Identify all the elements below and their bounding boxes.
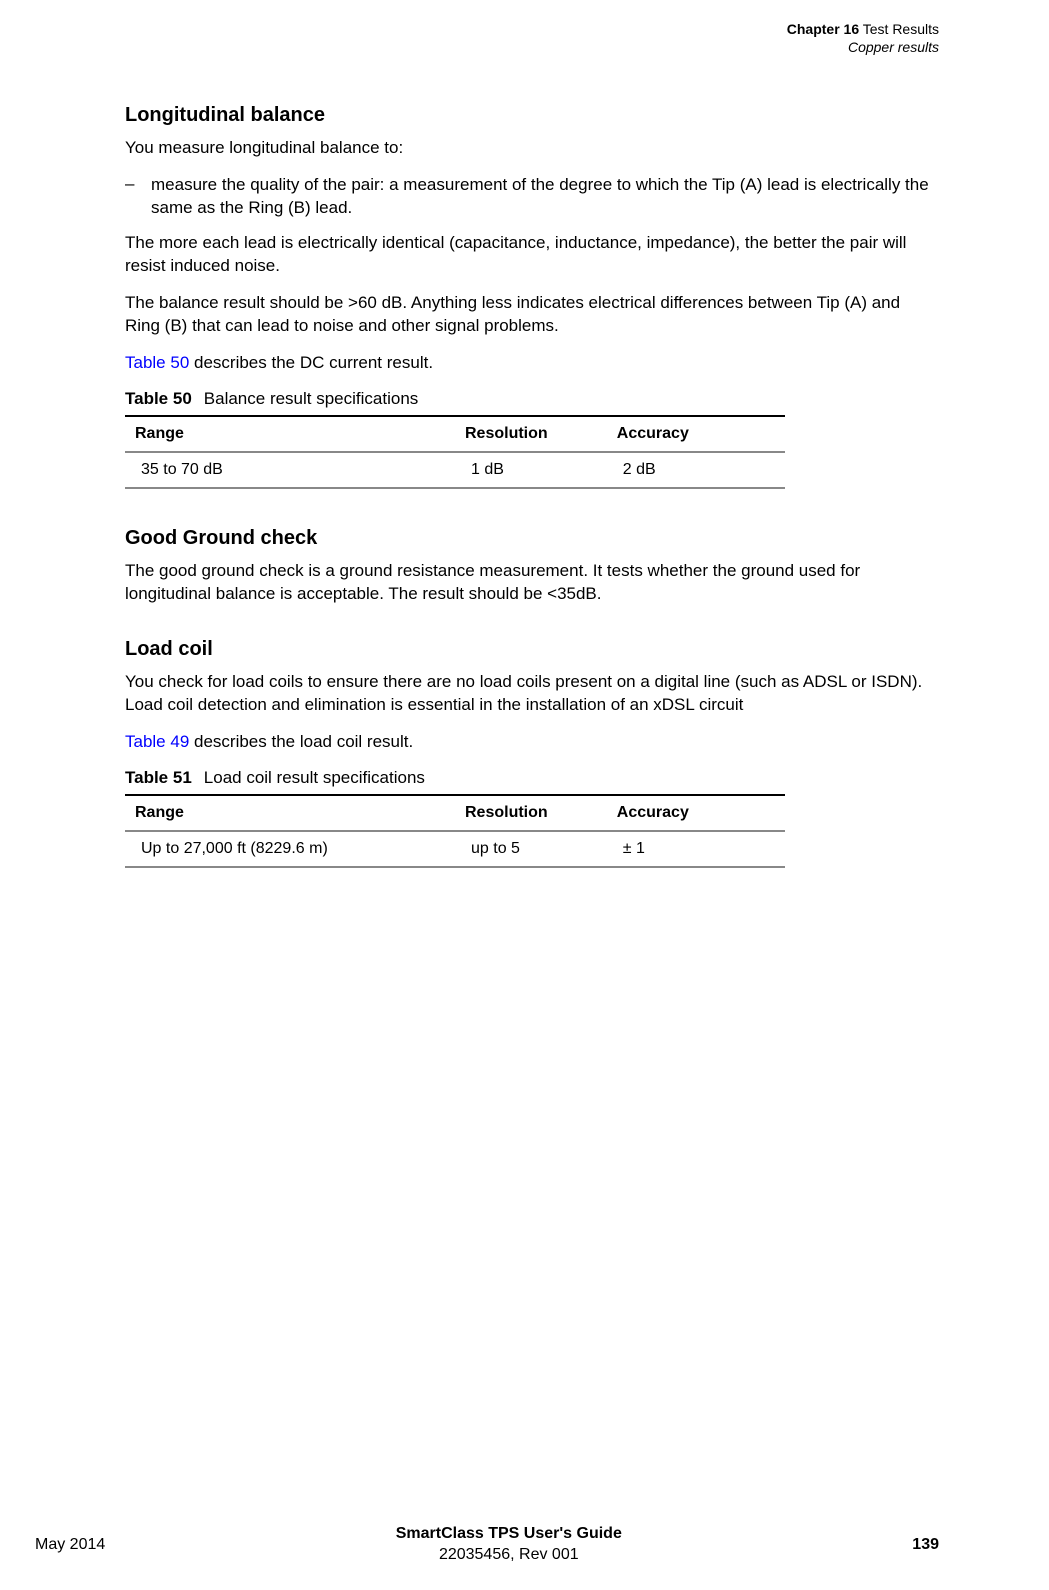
- td-range: Up to 27,000 ft (8229.6 m): [125, 831, 455, 867]
- table-row: 35 to 70 dB 1 dB 2 dB: [125, 452, 785, 488]
- th-accuracy: Accuracy: [607, 795, 785, 831]
- page-header: Chapter 16 Test Results Copper results: [125, 20, 939, 56]
- para-loadcoil-ref: Table 49 describes the load coil result.: [125, 731, 939, 754]
- heading-loadcoil: Load coil: [125, 638, 939, 661]
- para-identical: The more each lead is electrically ident…: [125, 232, 939, 278]
- bullet-text: measure the quality of the pair: a measu…: [151, 174, 939, 220]
- th-resolution: Resolution: [455, 416, 607, 452]
- footer-page-number: 139: [912, 1536, 939, 1554]
- table-header-row: Range Resolution Accuracy: [125, 416, 785, 452]
- td-accuracy: ± 1: [607, 831, 785, 867]
- td-accuracy: 2 dB: [607, 452, 785, 488]
- footer-date: May 2014: [35, 1536, 105, 1554]
- table-link[interactable]: Table 50: [125, 353, 189, 372]
- para-table-ref: Table 50 describes the DC current result…: [125, 352, 939, 375]
- para-table-ref-rest: describes the DC current result.: [189, 353, 433, 372]
- table-caption-51: Table 51 Load coil result specifications: [125, 768, 939, 788]
- chapter-title-text: Test Results: [863, 21, 939, 37]
- table-title-51: Load coil result specifications: [204, 768, 425, 787]
- heading-ground: Good Ground check: [125, 527, 939, 550]
- bullet-item: – measure the quality of the pair: a mea…: [125, 174, 939, 220]
- para-balance-result: The balance result should be >60 dB. Any…: [125, 292, 939, 338]
- td-resolution: 1 dB: [455, 452, 607, 488]
- footer-center: SmartClass TPS User's Guide 22035456, Re…: [105, 1524, 912, 1566]
- th-accuracy: Accuracy: [607, 416, 785, 452]
- table-label: Table 50: [125, 389, 192, 408]
- chapter-label: Chapter 16: [787, 21, 859, 37]
- section-good-ground: Good Ground check The good ground check …: [125, 527, 939, 606]
- bullet-dash: –: [125, 174, 151, 220]
- th-range: Range: [125, 795, 455, 831]
- table-balance-specs: Range Resolution Accuracy 35 to 70 dB 1 …: [125, 415, 785, 489]
- table-caption-50: Table 50 Balance result specifications: [125, 389, 939, 409]
- para-loadcoil-ref-rest: describes the load coil result.: [189, 732, 413, 751]
- th-resolution: Resolution: [455, 795, 607, 831]
- para-ground: The good ground check is a ground resist…: [125, 560, 939, 606]
- table-header-row: Range Resolution Accuracy: [125, 795, 785, 831]
- td-resolution: up to 5: [455, 831, 607, 867]
- table-link-49[interactable]: Table 49: [125, 732, 189, 751]
- para-loadcoil: You check for load coils to ensure there…: [125, 671, 939, 717]
- table-title: Balance result specifications: [204, 389, 419, 408]
- th-range: Range: [125, 416, 455, 452]
- page-footer: May 2014 SmartClass TPS User's Guide 220…: [0, 1524, 1049, 1566]
- td-range: 35 to 70 dB: [125, 452, 455, 488]
- section-load-coil: Load coil You check for load coils to en…: [125, 638, 939, 868]
- footer-guide-title: SmartClass TPS User's Guide: [105, 1524, 912, 1545]
- heading-longitudinal: Longitudinal balance: [125, 104, 939, 127]
- section-longitudinal-balance: Longitudinal balance You measure longitu…: [125, 104, 939, 489]
- table-label-51: Table 51: [125, 768, 192, 787]
- section-title: Copper results: [125, 38, 939, 56]
- table-loadcoil-specs: Range Resolution Accuracy Up to 27,000 f…: [125, 794, 785, 868]
- footer-docnum: 22035456, Rev 001: [105, 1545, 912, 1566]
- table-row: Up to 27,000 ft (8229.6 m) up to 5 ± 1: [125, 831, 785, 867]
- para-intro: You measure longitudinal balance to:: [125, 137, 939, 160]
